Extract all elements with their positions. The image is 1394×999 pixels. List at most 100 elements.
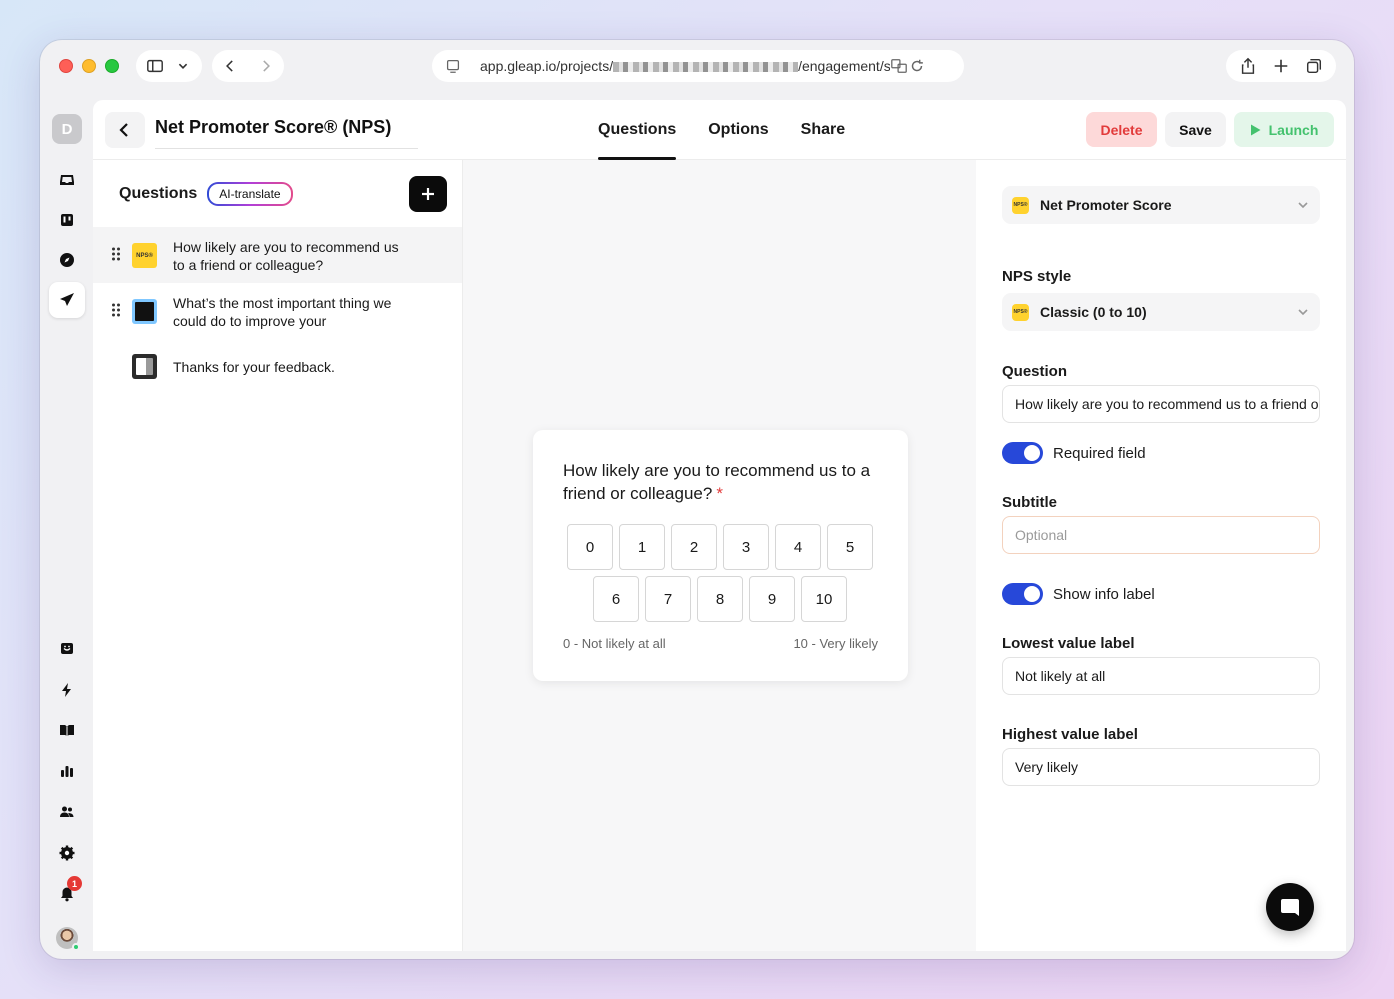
browser-toolbar: app.gleap.io/projects//engagement/surv: [40, 40, 1354, 100]
save-button[interactable]: Save: [1165, 112, 1226, 147]
nav-board[interactable]: [49, 202, 85, 238]
nps-option[interactable]: 8: [697, 576, 743, 622]
forward-arrow-icon[interactable]: [257, 57, 274, 75]
nav-engagement[interactable]: [49, 282, 85, 318]
chevron-down-icon: [1298, 309, 1308, 316]
support-chat-button[interactable]: [1266, 883, 1314, 931]
browser-actions: [1226, 50, 1336, 82]
show-info-label-row: Show info label: [1002, 583, 1155, 605]
new-tab-icon[interactable]: [1272, 57, 1290, 75]
bar-chart-icon: [61, 766, 73, 777]
nps-option[interactable]: 0: [567, 524, 613, 570]
questions-panel-title: Questions: [119, 185, 198, 202]
nps-option[interactable]: 6: [593, 576, 639, 622]
browser-window: app.gleap.io/projects//engagement/surv D: [40, 40, 1354, 959]
chat-icon: [1281, 899, 1299, 916]
highest-value-caption: 10 - Very likely: [793, 636, 878, 651]
nps-style-value: Classic (0 to 10): [1040, 304, 1147, 320]
subtitle-label: Subtitle: [1002, 494, 1057, 511]
tab-options[interactable]: Options: [708, 100, 768, 160]
nps-option[interactable]: 10: [801, 576, 847, 622]
nps-option[interactable]: 1: [619, 524, 665, 570]
nps-option[interactable]: 7: [645, 576, 691, 622]
editor-header: Net Promoter Score® (NPS) Questions Opti…: [93, 100, 1346, 160]
nps-option[interactable]: 4: [775, 524, 821, 570]
sidebar-toggle-button[interactable]: [136, 50, 202, 82]
notification-badge: 1: [67, 876, 82, 891]
back-arrow-icon[interactable]: [222, 57, 239, 75]
nav-analytics[interactable]: [49, 753, 85, 789]
back-button[interactable]: [105, 112, 145, 148]
subtitle-input[interactable]: Optional: [1002, 516, 1320, 554]
nav-contacts[interactable]: [49, 794, 85, 830]
question-input[interactable]: How likely are you to recommend us to a …: [1002, 385, 1320, 423]
text-input-icon: [132, 299, 157, 324]
address-bar[interactable]: app.gleap.io/projects//engagement/surv: [432, 50, 964, 82]
question-text: What’s the most important thing we could…: [173, 295, 392, 329]
close-window-button[interactable]: [59, 59, 73, 73]
lowest-value-input[interactable]: Not likely at all: [1002, 657, 1320, 695]
questions-panel-header: Questions AI-translate: [119, 182, 293, 206]
nps-style-label: NPS style: [1002, 268, 1072, 285]
launch-label: Launch: [1268, 121, 1319, 138]
nav-chat[interactable]: [49, 631, 85, 667]
board-icon: [61, 214, 73, 226]
add-question-button[interactable]: [409, 176, 447, 212]
drag-handle-icon[interactable]: [111, 303, 121, 317]
translate-icon[interactable]: [890, 57, 908, 75]
maximize-window-button[interactable]: [105, 59, 119, 73]
preview-question: How likely are you to recommend us to a …: [563, 461, 871, 503]
launch-button[interactable]: Launch: [1234, 112, 1334, 147]
tab-overview-icon[interactable]: [1305, 57, 1323, 75]
show-info-label-text: Show info label: [1053, 585, 1155, 603]
nps-option[interactable]: 5: [827, 524, 873, 570]
highest-value-input[interactable]: Very likely: [1002, 748, 1320, 786]
compass-icon: [60, 253, 74, 267]
share-icon[interactable]: [1239, 57, 1257, 75]
end-screen-icon: [132, 354, 157, 379]
lightning-icon: [62, 683, 71, 697]
tab-questions[interactable]: Questions: [598, 100, 677, 160]
chevron-down-icon: [1298, 202, 1308, 209]
workspace-avatar[interactable]: D: [52, 114, 82, 144]
required-field-toggle[interactable]: [1002, 442, 1043, 464]
lowest-value-caption: 0 - Not likely at all: [563, 636, 666, 651]
question-item[interactable]: NPS® How likely are you to recommend us …: [93, 227, 462, 283]
nps-icon: NPS®: [1012, 196, 1029, 214]
nav-help-center[interactable]: [49, 712, 85, 748]
required-field-label: Required field: [1053, 444, 1146, 462]
user-avatar[interactable]: [56, 927, 80, 951]
end-screen-item[interactable]: Thanks for your feedback.: [93, 339, 462, 395]
nps-option[interactable]: 2: [671, 524, 717, 570]
editor-tabs: Questions Options Share: [598, 100, 845, 160]
minimize-window-button[interactable]: [82, 59, 96, 73]
nps-icon: NPS®: [1012, 303, 1029, 321]
main-navigation-rail: D 1: [40, 100, 93, 959]
reload-icon[interactable]: [908, 57, 926, 75]
nps-option[interactable]: 3: [723, 524, 769, 570]
question-type-select[interactable]: NPS® Net Promoter Score: [1002, 186, 1320, 224]
question-item[interactable]: What’s the most important thing we could…: [93, 283, 462, 339]
nps-option[interactable]: 9: [749, 576, 795, 622]
nps-preview-card: How likely are you to recommend us to a …: [533, 430, 908, 681]
nav-explore[interactable]: [49, 242, 85, 278]
url-text: app.gleap.io/projects//engagement/surv: [480, 58, 890, 74]
nav-notifications[interactable]: 1: [49, 876, 85, 912]
play-icon: [1250, 124, 1261, 135]
tab-share[interactable]: Share: [801, 100, 845, 160]
show-info-label-toggle[interactable]: [1002, 583, 1043, 605]
survey-preview: How likely are you to recommend us to a …: [463, 160, 976, 951]
nav-inbox[interactable]: [49, 162, 85, 198]
nps-icon: NPS®: [132, 243, 157, 268]
nav-automations[interactable]: [49, 672, 85, 708]
required-field-row: Required field: [1002, 442, 1146, 464]
paper-plane-icon: [60, 293, 74, 306]
chevron-left-icon: [119, 123, 128, 137]
drag-handle-icon[interactable]: [111, 247, 121, 261]
nps-style-select[interactable]: NPS® Classic (0 to 10): [1002, 293, 1320, 331]
nav-settings[interactable]: [49, 835, 85, 871]
survey-title[interactable]: Net Promoter Score® (NPS): [155, 117, 418, 149]
ai-translate-button[interactable]: AI-translate: [207, 182, 292, 206]
online-status-dot: [72, 943, 80, 951]
delete-button[interactable]: Delete: [1086, 112, 1157, 147]
